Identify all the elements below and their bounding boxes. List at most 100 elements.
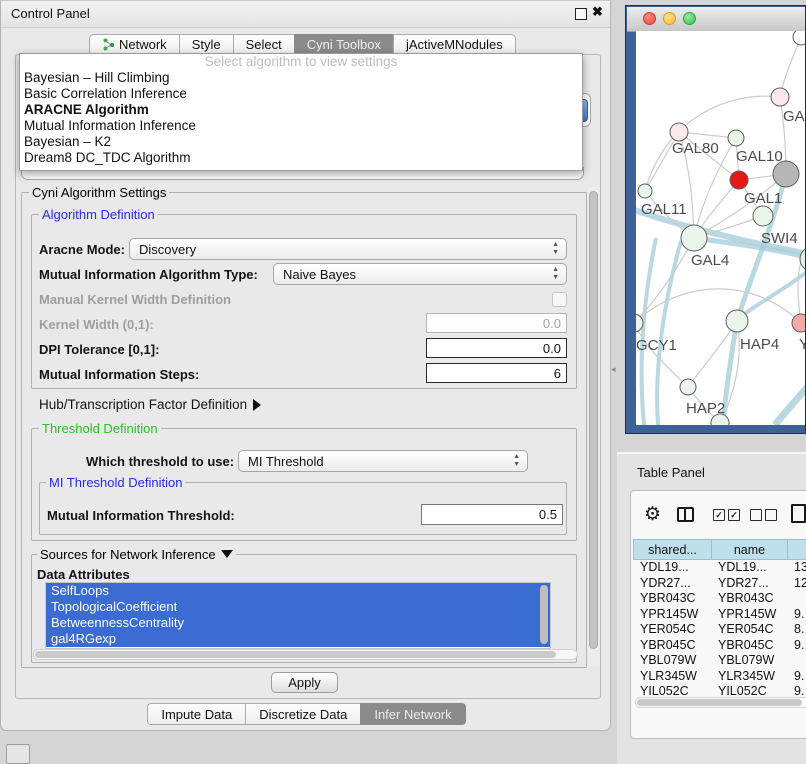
table-row[interactable]: YDL19...YDL19...13 <box>633 560 806 576</box>
table-horizontal-scrollbar-thumb[interactable] <box>637 699 802 706</box>
column-header-shared[interactable]: shared... <box>633 539 711 560</box>
which-threshold-select[interactable]: MI Threshold ▲▼ <box>238 450 528 472</box>
network-canvas[interactable]: GALGAL80GAL10GAL1GAL11GAL4SWI4GCY1HAP4YH… <box>636 31 806 425</box>
close-icon[interactable] <box>643 12 656 25</box>
network-node[interactable] <box>753 206 773 226</box>
mi-threshold-definition-legend: MI Threshold Definition <box>46 475 185 490</box>
data-attributes-list[interactable]: SelfLoopsTopologicalCoefficientBetweenne… <box>45 582 551 649</box>
bottom-tab-discretize-data[interactable]: Discretize Data <box>245 703 360 725</box>
table-panel-body: ⚙ ✓✓ shared...name YDL19...YDL19...13YDR… <box>630 490 806 739</box>
table-cell: YBR045C <box>633 638 711 654</box>
dpi-tolerance-label: DPI Tolerance [0,1]: <box>39 342 159 357</box>
settings-scrollbar[interactable] <box>587 187 600 667</box>
columns-icon[interactable] <box>677 507 694 522</box>
manual-kernel-width-label: Manual Kernel Width Definition <box>39 292 231 307</box>
network-view-window[interactable]: GALGAL80GAL10GAL1GAL11GAL4SWI4GCY1HAP4YH… <box>625 5 806 434</box>
apply-button[interactable]: Apply <box>271 672 338 693</box>
network-node-gal1[interactable] <box>730 171 748 189</box>
tab-style[interactable]: Style <box>179 34 233 55</box>
tab-cyni-toolbox[interactable]: Cyni Toolbox <box>294 34 393 55</box>
bottom-tab-infer-network[interactable]: Infer Network <box>360 703 465 725</box>
table-row[interactable]: YBL079WYBL079W <box>633 653 806 669</box>
table-horizontal-scrollbar[interactable] <box>635 697 806 708</box>
table-cell: 9. <box>787 669 806 685</box>
node-label: SWI4 <box>761 230 798 247</box>
float-window-icon[interactable] <box>575 8 587 20</box>
manual-kernel-width-checkbox[interactable] <box>552 292 567 307</box>
table-cell: YBR043C <box>711 591 787 607</box>
dropdown-option[interactable]: Basic Correlation Inference <box>20 86 582 102</box>
attribute-list-item[interactable]: BetweennessCentrality <box>46 615 550 631</box>
dropdown-option[interactable]: Bayesian – K2 <box>20 134 582 150</box>
dropdown-option[interactable]: Bayesian – Hill Climbing <box>20 70 582 86</box>
table-cell: YER054C <box>711 622 787 638</box>
table-row[interactable]: YPR145WYPR145W9. <box>633 607 806 623</box>
list-scrollbar-thumb[interactable] <box>540 585 548 644</box>
hub-definition-toggle[interactable]: Hub/Transcription Factor Definition <box>39 397 261 412</box>
mi-threshold-field[interactable]: 0.5 <box>421 504 563 525</box>
network-node-gal4[interactable] <box>681 225 707 251</box>
tab-jactivemnodules[interactable]: jActiveMNodules <box>393 34 516 55</box>
table-row[interactable]: YBR043CYBR043C <box>633 591 806 607</box>
network-edge-thick[interactable] <box>657 241 681 425</box>
select-all-icon[interactable]: ✓✓ <box>713 509 740 521</box>
bottom-tabs: Impute DataDiscretize DataInfer Network <box>1 703 612 725</box>
node-label: GCY1 <box>636 337 677 354</box>
table-row[interactable]: YDR27...YDR27...12 <box>633 576 806 592</box>
column-header-name[interactable]: name <box>711 539 787 560</box>
dropdown-option[interactable]: ARACNE Algorithm <box>20 102 582 118</box>
aracne-mode-value: Discovery <box>139 242 196 257</box>
network-node[interactable] <box>728 130 744 146</box>
aracne-mode-select[interactable]: Discovery ▲▼ <box>129 238 567 260</box>
splitter-collapse-icon[interactable]: ◂ <box>611 364 616 375</box>
close-icon[interactable]: ✖ <box>592 4 603 20</box>
list-horizontal-scrollbar[interactable] <box>33 649 578 660</box>
mi-steps-field[interactable]: 6 <box>426 363 567 383</box>
network-icon <box>102 38 115 51</box>
table-cell: 12 <box>787 576 806 592</box>
table-cell: YER054C <box>633 622 711 638</box>
dropdown-option[interactable]: Mutual Information Inference <box>20 118 582 134</box>
network-node-gal11[interactable] <box>638 184 652 198</box>
attribute-list-item[interactable]: gal4RGexp <box>46 631 550 647</box>
zoom-icon[interactable] <box>683 12 696 25</box>
settings-scrollbar-thumb[interactable] <box>589 191 598 649</box>
tab-network[interactable]: Network <box>89 34 179 55</box>
mi-algorithm-type-select[interactable]: Naive Bayes ▲▼ <box>273 263 567 285</box>
corner-button[interactable] <box>6 744 30 764</box>
node-label: GAL1 <box>744 190 782 207</box>
table-row[interactable]: YBR045CYBR045C9. <box>633 638 806 654</box>
table-cell: YBR043C <box>633 591 711 607</box>
control-panel-titlebar: Control Panel ✖ <box>1 1 610 28</box>
network-node-gal80[interactable] <box>670 123 688 141</box>
dropdown-option[interactable]: Dream8 DC_TDC Algorithm <box>20 150 582 166</box>
attribute-list-item[interactable]: SelfLoops <box>46 583 550 599</box>
sources-legend[interactable]: Sources for Network Inference <box>37 547 236 562</box>
control-panel-tabs: Network StyleSelectCyni ToolboxjActiveMNo… <box>89 34 516 55</box>
gear-icon[interactable]: ⚙ <box>644 505 661 524</box>
tab-label: Network <box>119 34 167 55</box>
deselect-all-icon[interactable] <box>750 509 777 521</box>
table-cell: 8. <box>787 622 806 638</box>
table-row[interactable]: YLR345WYLR345W9. <box>633 669 806 685</box>
network-node-hap2[interactable] <box>680 379 696 395</box>
table-row[interactable]: YER054CYER054C8. <box>633 622 806 638</box>
bottom-tab-impute-data[interactable]: Impute Data <box>147 703 245 725</box>
network-node-hap4[interactable] <box>726 310 748 332</box>
data-attributes-label: Data Attributes <box>37 567 130 582</box>
export-table-icon[interactable] <box>791 504 806 523</box>
network-node[interactable] <box>793 31 806 45</box>
hub-definition-label: Hub/Transcription Factor Definition <box>39 397 247 412</box>
dpi-tolerance-field[interactable]: 0.0 <box>426 338 567 358</box>
network-node-gal[interactable] <box>771 88 789 106</box>
attribute-list-item[interactable]: TopologicalCoefficient <box>46 599 550 615</box>
minimize-icon[interactable] <box>663 12 676 25</box>
list-horizontal-scrollbar-thumb[interactable] <box>35 651 556 658</box>
network-edge-thick[interactable] <box>775 386 806 425</box>
network-edge[interactable] <box>780 37 801 97</box>
network-edge-thick[interactable] <box>642 238 656 425</box>
control-panel: Control Panel ✖ Network StyleSelectCyni T… <box>0 0 611 731</box>
network-node-y[interactable] <box>792 314 806 332</box>
column-header[interactable] <box>787 539 806 560</box>
tab-select[interactable]: Select <box>233 34 294 55</box>
